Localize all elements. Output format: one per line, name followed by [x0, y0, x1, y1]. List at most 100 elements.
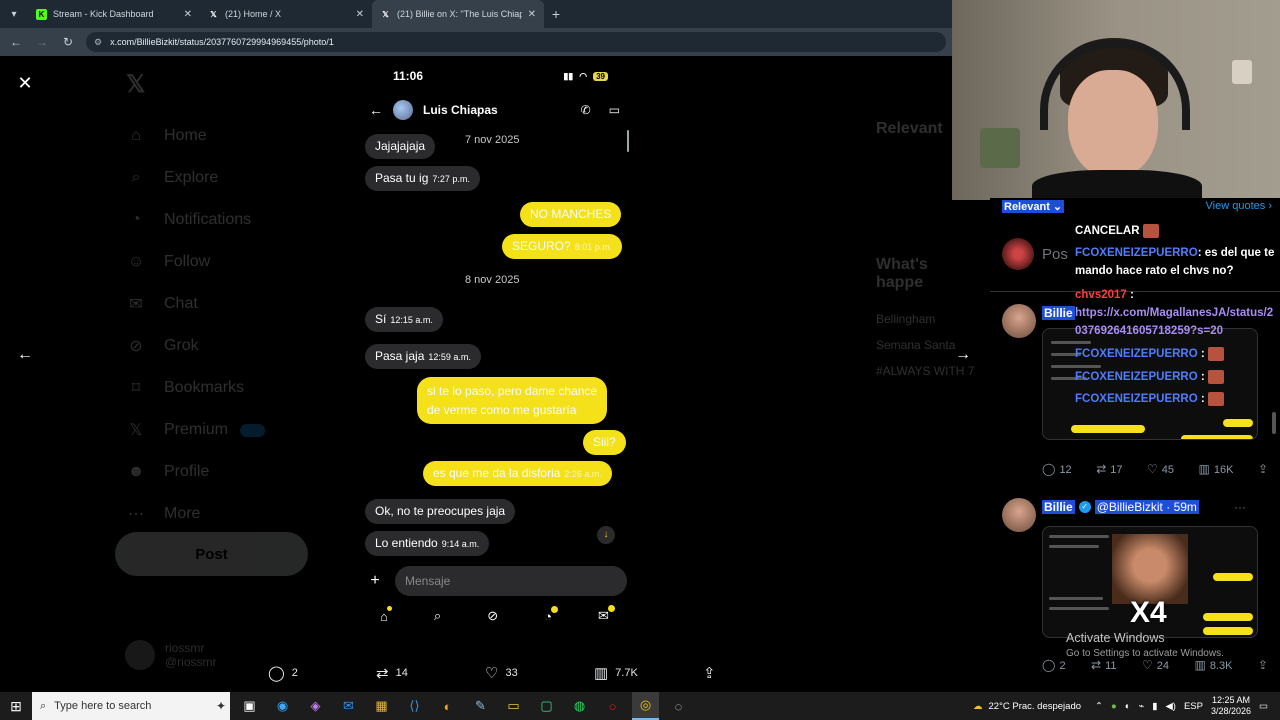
copilot-icon[interactable]: ◈ — [302, 692, 329, 720]
views-button[interactable]: ▥ 16K — [1199, 462, 1234, 476]
author-name[interactable]: Billie — [1042, 500, 1075, 514]
share-icon: ⇪ — [1257, 462, 1268, 476]
tab-kick-dashboard[interactable]: K Stream - Kick Dashboard ✕ — [28, 0, 200, 28]
mail-icon[interactable]: ✉ — [335, 692, 362, 720]
network-icon[interactable]: ⌁ — [1139, 701, 1145, 712]
language-indicator[interactable]: ESP — [1184, 701, 1203, 712]
reply-button[interactable]: ◯ 2 — [1042, 658, 1066, 672]
nav-more: ⋯ More — [120, 493, 320, 535]
close-icon[interactable]: ✕ — [528, 9, 536, 20]
edge-icon[interactable]: ◉ — [269, 692, 296, 720]
views-button[interactable]: ▥ 8.3K — [1194, 658, 1232, 672]
reply-button[interactable]: ◯ 2 — [268, 664, 298, 682]
share-button[interactable]: ⇪ — [703, 664, 716, 682]
bell-icon: ◔ — [544, 605, 559, 624]
chart-icon: ▥ — [594, 665, 609, 682]
reload-icon[interactable]: ↻ — [60, 35, 76, 49]
video-icon: ▭ — [608, 103, 620, 117]
bookmark-icon: ⌑ — [131, 380, 141, 397]
tweet-header: Billie ✓ @BillieBizkit · 59m — [1042, 500, 1199, 514]
taskbar-search[interactable]: ⌕ Type here to search ✦ — [32, 692, 230, 720]
tweet-header: Billie — [1042, 306, 1075, 320]
repost-button[interactable]: ⇄ 17 — [1096, 462, 1122, 476]
store-icon[interactable]: ▦ — [368, 692, 395, 720]
tab-billie-post[interactable]: 𝕏 (21) Billie on X: "The Luis Chiap ✕ — [372, 0, 544, 28]
tray-icon[interactable]: ● — [1111, 701, 1117, 712]
reply-composer[interactable]: Pos — [1002, 238, 1068, 270]
relevant-heading: Relevant — [876, 120, 943, 137]
nav-chat: ✉ Chat — [120, 283, 320, 325]
task-view-icon[interactable]: ▣ — [236, 692, 263, 720]
windows-start-icon[interactable]: ⊞ — [0, 692, 32, 720]
notification-icon[interactable]: ▭ — [1259, 701, 1268, 712]
close-viewer-button[interactable]: ✕ — [14, 72, 36, 94]
reply-icon: ◯ — [268, 665, 285, 682]
folder-icon[interactable]: ▭ — [500, 692, 527, 720]
new-tab-button[interactable]: + — [544, 6, 568, 22]
app-icon[interactable]: ▢ — [533, 692, 560, 720]
tab-x-home[interactable]: 𝕏 (21) Home / X ✕ — [200, 0, 372, 28]
trend-item: Semana Santa — [876, 338, 956, 352]
tab-search-icon[interactable]: ▾ — [0, 0, 28, 28]
message-bubble: es que me da la disforia 2:26 a.m. — [423, 461, 612, 486]
clock[interactable]: 12:25 AM 3/28/2026 — [1211, 695, 1251, 718]
address-bar-row: ← → ↻ ⚙ x.com/BillieBizkit/status/203776… — [0, 28, 952, 56]
next-arrow-icon[interactable]: → — [952, 344, 974, 366]
forward-icon[interactable]: → — [34, 35, 50, 49]
plus-icon: + — [370, 572, 380, 589]
share-button[interactable]: ⇪ — [1258, 658, 1272, 672]
like-button[interactable]: ♡ 33 — [485, 664, 518, 682]
like-button[interactable]: ♡ 24 — [1142, 658, 1169, 672]
notes-icon[interactable]: ✎ — [467, 692, 494, 720]
author-name[interactable]: Billie — [1042, 306, 1075, 320]
avatar — [1002, 498, 1036, 532]
nav-home: ⌂ Home — [120, 115, 320, 157]
reply-button[interactable]: ◯ 12 — [1042, 462, 1072, 476]
search-icon: ⌕ — [131, 169, 141, 186]
site-info-icon[interactable]: ⚙ — [94, 37, 102, 48]
phone-status-bar: 11:06 ▮▮ ◠ 39 — [357, 60, 632, 92]
sort-dropdown[interactable]: Relevant ⌄ — [1002, 200, 1065, 213]
nav-label: Explore — [164, 169, 219, 186]
repost-icon: ⇄ — [1091, 658, 1102, 672]
grok-icon: ⊘ — [487, 608, 499, 623]
chat-link[interactable]: https://x.com/MagallanesJA/status/203769… — [1075, 304, 1275, 341]
view-quotes-link[interactable]: View quotes › — [1206, 200, 1272, 213]
repost-button[interactable]: ⇄ 14 — [376, 664, 408, 682]
previous-arrow-icon[interactable]: ← — [14, 344, 36, 366]
tray-icon[interactable]: ◐ — [1125, 701, 1131, 712]
opera-icon[interactable]: ○ — [599, 692, 626, 720]
back-arrow-icon: ← — [369, 102, 383, 118]
weather-widget[interactable]: ☁ 22°C Prac. despejado — [973, 701, 1081, 712]
volume-icon[interactable]: ◀) — [1165, 701, 1175, 712]
scrollbar[interactable] — [1272, 412, 1276, 434]
nav-label: Grok — [164, 337, 199, 354]
more-icon[interactable]: ··· — [1234, 500, 1246, 514]
chat-message: FCOXENEIZEPUERRO : — [1075, 345, 1275, 363]
vscode-icon[interactable]: ⟨⟩ — [401, 692, 428, 720]
webcam-feed — [952, 0, 1280, 200]
search-icon: ⌕ — [433, 608, 442, 623]
obs-icon[interactable]: ◌ — [665, 692, 692, 720]
close-icon[interactable]: ✕ — [356, 9, 364, 20]
like-button[interactable]: ♡ 45 — [1147, 462, 1174, 476]
back-icon[interactable]: ← — [8, 35, 24, 49]
nav-grok: ⊘ Grok — [120, 325, 320, 367]
author-handle[interactable]: @BillieBizkit · 59m — [1094, 500, 1199, 514]
chrome-icon[interactable]: ◎ — [632, 692, 659, 720]
views-button[interactable]: ▥ 7.7K — [594, 664, 638, 682]
spotify-icon[interactable]: ◍ — [566, 692, 593, 720]
more-icon: ⋯ — [128, 506, 144, 523]
phone-icon: ✆ — [580, 103, 591, 117]
scroll-indicator — [627, 130, 629, 152]
url-field[interactable]: ⚙ x.com/BillieBizkit/status/203776072999… — [86, 32, 946, 52]
repost-button[interactable]: ⇄ 11 — [1091, 658, 1116, 672]
close-icon[interactable]: ✕ — [184, 9, 192, 20]
chevron-up-icon[interactable]: ⌃ — [1095, 701, 1103, 712]
date-separator: 8 nov 2025 — [465, 274, 520, 286]
mic-icon[interactable]: ▮ — [1152, 701, 1157, 712]
user-icon: ☻ — [127, 463, 145, 480]
app-icon[interactable]: ◐ — [434, 692, 461, 720]
mail-icon: ✉ — [129, 296, 143, 313]
share-button[interactable]: ⇪ — [1258, 462, 1272, 476]
